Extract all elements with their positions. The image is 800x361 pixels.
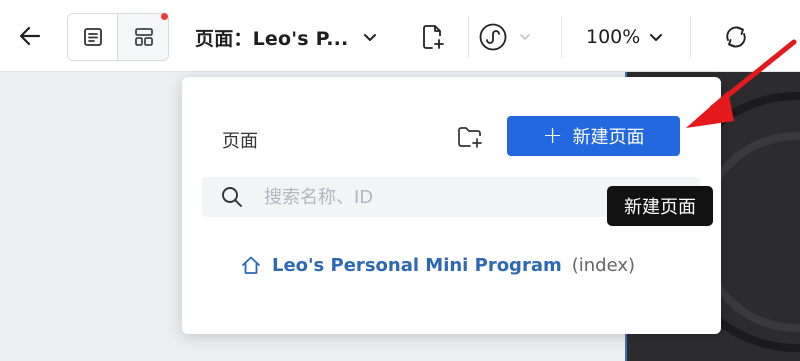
panel-title: 页面 [222,131,258,152]
new-folder-button[interactable] [454,121,486,153]
page-list-item-suffix: (index) [571,254,636,276]
back-arrow-icon [19,26,41,46]
annotation-arrow-icon [686,39,797,128]
chevron-down-icon [364,34,377,41]
zoom-label: 100% [586,26,641,48]
toolbar-divider [468,16,469,58]
page-list-item-name: Leo's Personal Mini Program [272,254,562,276]
layout-view-icon [135,28,153,46]
new-file-button[interactable] [417,20,449,54]
toolbar-divider [561,16,562,58]
mini-program-icon [479,23,507,51]
list-view-button[interactable] [68,14,118,60]
mini-program-button[interactable] [478,20,540,54]
tooltip: 新建页面 [607,186,713,226]
search-icon [222,187,242,207]
home-icon [242,256,260,274]
chevron-down-icon [650,34,663,41]
new-folder-icon [458,127,482,148]
back-button[interactable] [14,20,46,52]
page-list-item[interactable]: Leo's Personal Mini Program (index) [240,252,635,278]
layout-view-button[interactable] [119,14,169,60]
plus-icon: + [542,121,563,149]
notification-dot [161,13,168,20]
page-selector-label: 页面：Leo's P... [195,27,349,50]
list-view-icon [83,28,102,46]
new-file-icon [423,25,444,49]
chevron-down-icon [520,34,530,40]
zoom-selector[interactable]: 100% [586,20,664,54]
page-selector[interactable]: 页面：Leo's P... [195,20,378,54]
view-toggle [67,13,169,61]
new-page-button[interactable]: + 新建页面 [507,116,680,156]
search-input[interactable] [264,181,564,213]
new-page-button-label: 新建页面 [572,127,645,148]
